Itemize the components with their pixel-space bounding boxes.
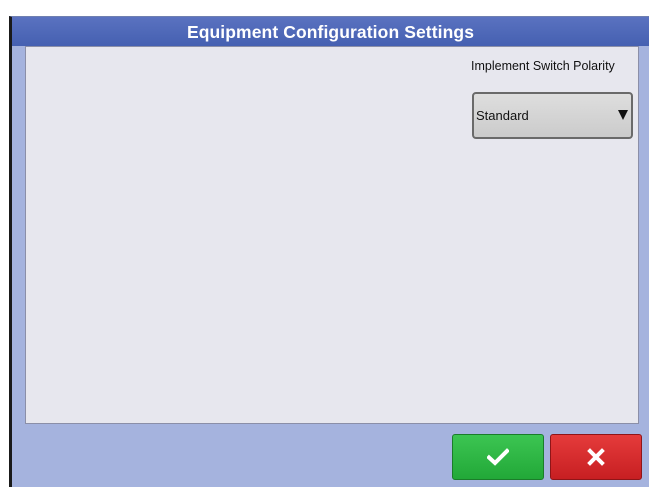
- ok-button[interactable]: [452, 434, 544, 480]
- implement-switch-polarity-value: Standard: [476, 108, 529, 123]
- triangle-down-icon: [618, 110, 628, 120]
- implement-switch-polarity-dropdown[interactable]: Standard: [472, 92, 633, 139]
- checkmark-icon: [487, 448, 509, 466]
- equipment-configuration-dialog: Equipment Configuration Settings Impleme…: [9, 16, 649, 487]
- settings-content-panel: Implement Switch Polarity Standard: [25, 46, 639, 424]
- x-icon: [587, 448, 605, 466]
- implement-switch-polarity-label: Implement Switch Polarity: [471, 59, 615, 73]
- cancel-button[interactable]: [550, 434, 642, 480]
- dialog-title: Equipment Configuration Settings: [12, 17, 649, 46]
